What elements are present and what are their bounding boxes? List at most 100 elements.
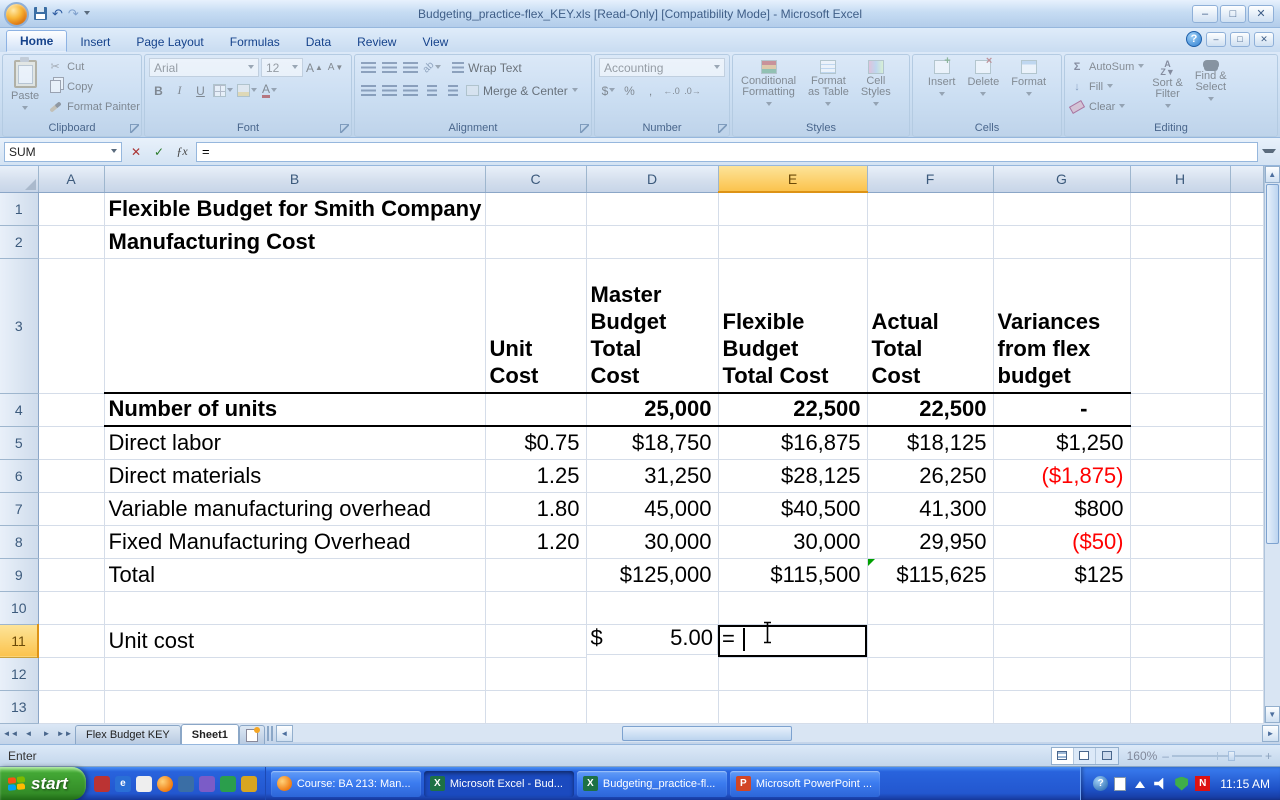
cell-F3[interactable]: Actual Total Cost [867,258,994,394]
merge-center-button[interactable]: Merge & Center [466,82,578,99]
format-painter-button[interactable]: Format Painter [47,98,140,115]
sheet-tab-flex-budget-key[interactable]: Flex Budget KEY [75,725,181,744]
cell-G9[interactable]: $125 [993,558,1131,592]
cell-E13[interactable] [718,690,868,724]
normal-view-button[interactable] [1051,747,1074,764]
tab-formulas[interactable]: Formulas [217,32,293,52]
redo-icon[interactable]: ↷ [68,6,79,22]
vertical-scrollbar[interactable]: ▲ ▼ [1263,166,1280,723]
orientation-button[interactable]: ab [421,58,442,77]
volume-icon[interactable] [1153,776,1168,791]
cell-A1[interactable] [38,192,105,226]
cell-E12[interactable] [718,657,868,691]
increase-indent-button[interactable] [443,81,462,100]
outlook-icon[interactable] [177,775,194,792]
cell-D3[interactable]: Master Budget Total Cost [586,258,719,394]
cell-A11[interactable] [38,624,105,658]
next-sheet-icon[interactable]: ► [38,726,55,742]
firefox-icon[interactable] [156,775,173,792]
column-header-D[interactable]: D [586,166,719,193]
column-header-F[interactable]: F [867,166,994,193]
cell-A4[interactable] [38,393,105,427]
save-icon[interactable] [34,7,47,20]
cell-H12[interactable] [1130,657,1231,691]
cell-C3[interactable]: Unit Cost [485,258,587,394]
cell-C9[interactable] [485,558,587,592]
cell-A7[interactable] [38,492,105,526]
cell-D7[interactable]: 45,000 [586,492,719,526]
name-box[interactable]: SUM [4,141,122,162]
number-format-dropdown-icon[interactable] [714,65,720,72]
cell-B8[interactable]: Fixed Manufacturing Overhead [104,525,486,559]
cell-H11[interactable] [1130,624,1231,658]
help-tray-icon[interactable]: ? [1093,776,1109,791]
workbook-restore-button[interactable]: □ [1230,31,1250,47]
task-button-powerpoint[interactable]: P Microsoft PowerPoint ... [729,770,880,797]
excel-quick-launch-icon[interactable] [219,775,236,792]
cell-E6[interactable]: $28,125 [718,459,868,493]
task-button-browser[interactable]: Course: BA 213: Man... [270,770,421,797]
cell-H9[interactable] [1130,558,1231,592]
cell-E1[interactable] [718,192,868,226]
row-header-9[interactable]: 9 [0,558,39,592]
cell-G6[interactable]: ($1,875) [993,459,1131,493]
show-desktop-icon[interactable] [135,775,152,792]
sheet-tab-sheet1[interactable]: Sheet1 [180,724,239,744]
align-left-button[interactable] [359,81,378,100]
media-player-icon[interactable] [198,775,215,792]
row-header-7[interactable]: 7 [0,492,39,526]
align-center-button[interactable] [380,81,399,100]
cancel-entry-button[interactable]: ✕ [126,143,146,161]
cell-H3[interactable] [1130,258,1231,394]
format-as-table-button[interactable]: Format as Table [804,58,853,121]
cell-C1[interactable] [485,192,587,226]
cell-D13[interactable] [586,690,719,724]
cell-G7[interactable]: $800 [993,492,1131,526]
insert-function-button[interactable]: ƒx [172,143,192,161]
cell-G10[interactable] [993,591,1131,625]
cell-H7[interactable] [1130,492,1231,526]
cell-E10[interactable] [718,591,868,625]
cell-B6[interactable]: Direct materials [104,459,486,493]
cell-H10[interactable] [1130,591,1231,625]
cell-G12[interactable] [993,657,1131,691]
cell-F11[interactable] [867,624,994,658]
cell-D8[interactable]: 30,000 [586,525,719,559]
conditional-formatting-button[interactable]: Conditional Formatting [737,58,800,121]
zoom-in-icon[interactable]: + [1265,749,1272,763]
column-header-partial[interactable] [1230,166,1264,193]
row-header-5[interactable]: 5 [0,426,39,460]
cell-styles-button[interactable]: Cell Styles [857,58,895,121]
cell-D10[interactable] [586,591,719,625]
cell-B5[interactable]: Direct labor [104,426,486,460]
column-header-H[interactable]: H [1130,166,1231,193]
formula-input[interactable]: = [196,141,1258,162]
cell-F5[interactable]: $18,125 [867,426,994,460]
cell-B1[interactable]: Flexible Budget for Smith Company [104,192,486,226]
cell-D4[interactable]: 25,000 [586,393,719,427]
cell-C10[interactable] [485,591,587,625]
insert-worksheet-tab[interactable] [238,725,265,744]
scroll-down-icon[interactable]: ▼ [1264,706,1280,723]
wrap-text-button[interactable]: Wrap Text [452,59,522,76]
cell-C13[interactable] [485,690,587,724]
zoom-out-icon[interactable]: – [1162,749,1169,763]
expand-formula-bar-icon[interactable] [1262,149,1276,156]
accounting-format-button[interactable]: $ [599,81,618,100]
cell-F2[interactable] [867,225,994,259]
cell-D2[interactable] [586,225,719,259]
column-header-C[interactable]: C [485,166,587,193]
norton-icon[interactable]: N [1195,776,1211,791]
cell-C5[interactable]: $0.75 [485,426,587,460]
borders-button[interactable] [212,81,234,100]
scroll-left-icon[interactable]: ◄ [275,725,293,742]
cell-D5[interactable]: $18,750 [586,426,719,460]
cell-B12[interactable] [104,657,486,691]
cell-F13[interactable] [867,690,994,724]
cell-E3[interactable]: Flexible Budget Total Cost [718,258,868,394]
cell-F1[interactable] [867,192,994,226]
cell-B3[interactable] [104,258,486,394]
row-header-1[interactable]: 1 [0,192,39,226]
cell-G2[interactable] [993,225,1131,259]
insert-cells-button[interactable]: Insert [924,55,960,121]
